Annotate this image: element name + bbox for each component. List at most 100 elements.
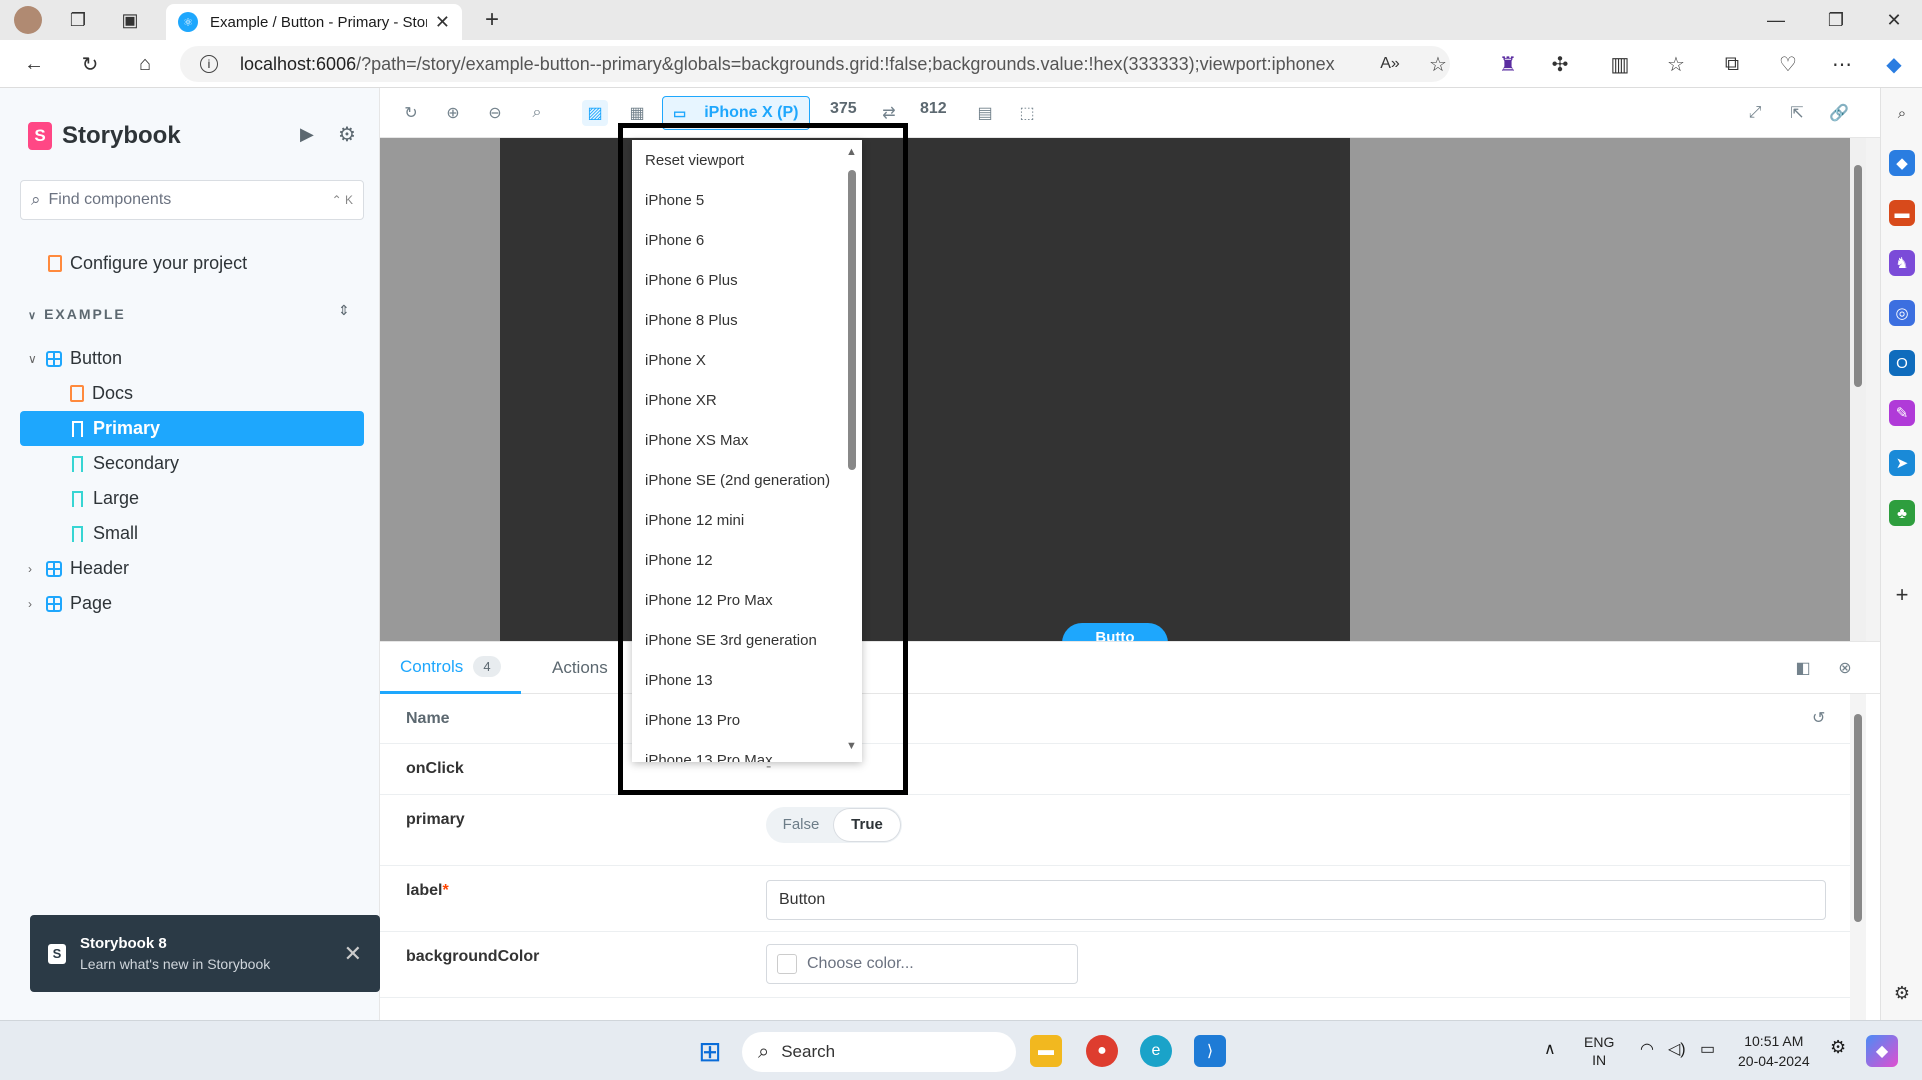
tree-icon[interactable]: ♣ (1889, 500, 1915, 526)
refresh-icon[interactable]: ↻ (76, 50, 104, 78)
favorite-star-icon[interactable]: ☆ (1424, 50, 1452, 78)
home-icon[interactable]: ⌂ (131, 50, 159, 78)
sidebar-item-small[interactable]: Small (20, 516, 364, 551)
collections-icon[interactable]: ⧉ (1718, 50, 1746, 78)
color-picker-input[interactable]: Choose color... (766, 944, 1078, 984)
reset-controls-icon[interactable]: ↺ (1812, 708, 1825, 728)
panel-orientation-icon[interactable]: ◧ (1790, 655, 1816, 681)
sidebar-item-label: Secondary (93, 453, 180, 473)
site-info-icon[interactable]: i (200, 55, 218, 73)
canvas-scroll-thumb[interactable] (1854, 165, 1862, 387)
toggle-true[interactable]: True (834, 809, 900, 841)
sidebar-item-header[interactable]: › Header (20, 551, 364, 586)
more-menu-icon[interactable]: ⋯ (1828, 50, 1856, 78)
add-sidebar-app-icon[interactable]: + (1889, 582, 1915, 608)
tools-icon[interactable]: ▬ (1889, 200, 1915, 226)
notifications-icon[interactable]: ⚙ (1830, 1037, 1846, 1058)
designer-icon[interactable]: ✎ (1889, 400, 1915, 426)
taskbar-search-label: Search (781, 1042, 836, 1061)
sidebar-settings-icon[interactable]: ⚙ (1889, 980, 1915, 1006)
fullscreen-icon[interactable]: ⤢ (1742, 100, 1768, 126)
show-hidden-icons[interactable]: ∧ (1544, 1039, 1556, 1059)
chevron-down-icon: ∨ (28, 310, 39, 322)
sidebar-item-primary[interactable]: Primary (20, 411, 364, 446)
primary-boolean-toggle[interactable]: False True (766, 807, 902, 843)
search-icon[interactable]: ⌕ (1889, 100, 1915, 126)
outline-icon[interactable]: ⬚ (1014, 100, 1040, 126)
whats-new-toast[interactable]: S Storybook 8 Learn what's new in Storyb… (30, 915, 380, 992)
close-window-icon[interactable]: ✕ (1880, 6, 1908, 34)
panel-scrollbar[interactable] (1850, 694, 1866, 1021)
close-tab-icon[interactable]: ✕ (435, 12, 450, 33)
search-components-input[interactable]: ⌕ Find components ⌃ K (20, 180, 364, 220)
url-field[interactable]: i localhost:6006/?path=/story/example-bu… (180, 46, 1450, 82)
sidebar-item-button[interactable]: ∨ Button (20, 341, 364, 376)
sidebar-item-large[interactable]: Large (20, 481, 364, 516)
storybook-brand[interactable]: S Storybook (28, 122, 181, 150)
wifi-icon[interactable]: ◠ (1640, 1039, 1654, 1059)
close-panel-icon[interactable]: ⊗ (1832, 655, 1858, 681)
new-tab-icon[interactable]: + (478, 6, 506, 34)
color-swatch[interactable] (777, 954, 797, 974)
vertical-tabs-icon[interactable]: ▣ (116, 6, 144, 34)
browser-tab-active[interactable]: ⚛ Example / Button - Primary - Stor ✕ (166, 4, 462, 40)
configure-project-link[interactable]: Configure your project (20, 246, 364, 281)
settings-icon[interactable]: ⚙ (338, 122, 356, 147)
taskbar-search[interactable]: ⌕ Search (742, 1032, 1016, 1072)
clock[interactable]: 10:51 AM 20-04-2024 (1738, 1031, 1810, 1071)
games-icon[interactable]: ♞ (1889, 250, 1915, 276)
volume-icon[interactable]: ◁) (1668, 1039, 1686, 1059)
read-aloud-icon[interactable]: A» (1376, 50, 1404, 78)
file-explorer-icon[interactable]: ▬ (1030, 1035, 1062, 1067)
outlook-icon[interactable]: O (1889, 350, 1915, 376)
storybook-toolbar: ↻ ⊕ ⊖ ⌕ ▨ ▦ ▭ iPhone X (P) 375 ⇄ 812 ▤ ⬚… (380, 88, 1880, 138)
background-icon[interactable]: ▨ (582, 100, 608, 126)
controls-row-onclick: onClick - (380, 744, 1850, 795)
remount-icon[interactable]: ↻ (398, 100, 424, 126)
restore-icon[interactable]: ❐ (1822, 6, 1850, 34)
chrome-icon[interactable]: ● (1086, 1035, 1118, 1067)
tab-controls[interactable]: Controls 4 (380, 642, 521, 694)
sidebar-item-page[interactable]: › Page (20, 586, 364, 621)
section-example-header[interactable]: ∨ EXAMPLE (28, 306, 126, 322)
close-icon[interactable]: ✕ (344, 941, 362, 967)
zoom-reset-icon[interactable]: ⌕ (524, 100, 550, 126)
url-path: /?path=/story/example-button--primary&gl… (356, 53, 1335, 74)
edge-icon[interactable]: e (1140, 1035, 1172, 1067)
copy-link-icon[interactable]: 🔗 (1826, 100, 1852, 126)
extensions-icon[interactable]: ✣ (1546, 50, 1574, 78)
sidebar-item-docs[interactable]: Docs (20, 376, 364, 411)
profile-avatar[interactable] (14, 6, 42, 34)
back-icon[interactable]: ← (20, 50, 48, 78)
favorites-icon[interactable]: ☆ (1662, 50, 1690, 78)
copilot-taskbar-icon[interactable]: ◆ (1866, 1035, 1898, 1067)
bookmark-icon (72, 420, 83, 437)
browser-essentials-icon[interactable]: ♡ (1774, 50, 1802, 78)
sidebar-item-label: Page (70, 593, 113, 613)
workspaces-icon[interactable]: ❐ (64, 6, 92, 34)
split-screen-icon[interactable]: ▥ (1606, 50, 1634, 78)
zoom-out-icon[interactable]: ⊖ (482, 100, 508, 126)
microsoft365-icon[interactable]: ◎ (1889, 300, 1915, 326)
language-indicator[interactable]: ENG IN (1584, 1033, 1614, 1069)
panel-scroll-thumb[interactable] (1854, 714, 1862, 922)
extension-icon[interactable]: ♜ (1494, 50, 1522, 78)
viewport-label: iPhone X (P) (704, 104, 799, 121)
measure-icon[interactable]: ▤ (972, 100, 998, 126)
open-new-tab-icon[interactable]: ⇱ (1784, 100, 1810, 126)
send-icon[interactable]: ➤ (1889, 450, 1915, 476)
copilot-icon[interactable]: ◆ (1880, 50, 1908, 78)
whats-new-icon[interactable]: ▶ (300, 124, 314, 145)
shopping-icon[interactable]: ◆ (1889, 150, 1915, 176)
label-text-input[interactable]: Button (766, 880, 1826, 920)
tab-actions[interactable]: Actions (552, 642, 608, 694)
sidebar-item-secondary[interactable]: Secondary (20, 446, 364, 481)
toggle-false[interactable]: False (768, 809, 834, 841)
battery-icon[interactable]: ▭ (1700, 1039, 1715, 1059)
address-bar-row: ← ↻ ⌂ i localhost:6006/?path=/story/exam… (0, 40, 1922, 115)
minimize-icon[interactable]: — (1762, 6, 1790, 34)
zoom-in-icon[interactable]: ⊕ (440, 100, 466, 126)
vscode-icon[interactable]: ⟩ (1194, 1035, 1226, 1067)
windows-start-icon[interactable]: ⊞ (694, 1035, 726, 1067)
expand-collapse-icon[interactable]: ⇕ (338, 302, 350, 319)
